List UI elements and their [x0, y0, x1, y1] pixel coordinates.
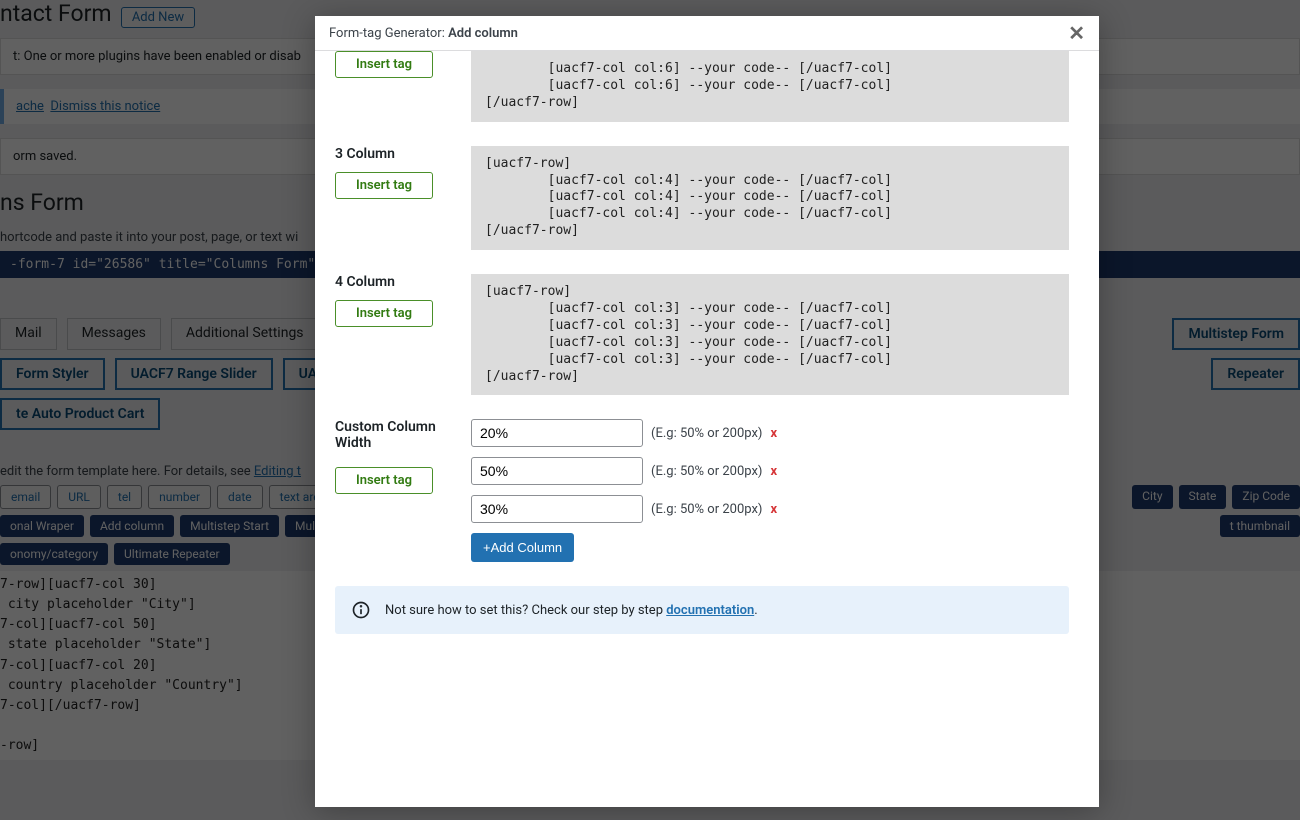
custom-width-row: (E.g: 50% or 200px) x [471, 419, 1069, 447]
modal-header: Form-tag Generator: Add column ✕ [315, 16, 1099, 51]
close-icon[interactable]: ✕ [1068, 23, 1085, 43]
width-input[interactable] [471, 457, 643, 485]
doc-text: Not sure how to set this? Check our step… [385, 603, 758, 618]
code-preview-3col: [uacf7-row] [uacf7-col col:4] --your cod… [471, 146, 1069, 250]
form-tag-generator-modal: Form-tag Generator: Add column ✕ Insert … [315, 16, 1099, 807]
info-icon [351, 600, 371, 620]
width-hint: (E.g: 50% or 200px) [651, 502, 762, 517]
two-column-section: Insert tag [uacf7-col col:6] --your code… [335, 51, 1069, 122]
three-column-section: 3 Column Insert tag [uacf7-row] [uacf7-c… [335, 146, 1069, 250]
section-label-custom: Custom Column Width [335, 419, 455, 451]
code-preview-2col: [uacf7-col col:6] --your code-- [/uacf7-… [471, 51, 1069, 122]
insert-tag-button[interactable]: Insert tag [335, 51, 433, 78]
width-hint: (E.g: 50% or 200px) [651, 464, 762, 479]
delete-row-icon[interactable]: x [770, 426, 777, 441]
modal-scroll[interactable]: Insert tag [uacf7-col col:6] --your code… [335, 51, 1079, 807]
width-input[interactable] [471, 419, 643, 447]
insert-tag-button[interactable]: Insert tag [335, 467, 433, 494]
delete-row-icon[interactable]: x [770, 502, 777, 517]
add-column-button[interactable]: +Add Column [471, 533, 574, 562]
insert-tag-button[interactable]: Insert tag [335, 172, 433, 199]
documentation-hint: Not sure how to set this? Check our step… [335, 586, 1069, 634]
section-label-3col: 3 Column [335, 146, 455, 162]
width-hint: (E.g: 50% or 200px) [651, 426, 762, 441]
section-label-4col: 4 Column [335, 274, 455, 290]
width-input[interactable] [471, 495, 643, 523]
four-column-section: 4 Column Insert tag [uacf7-row] [uacf7-c… [335, 274, 1069, 395]
code-preview-4col: [uacf7-row] [uacf7-col col:3] --your cod… [471, 274, 1069, 395]
modal-title: Form-tag Generator: Add column [329, 26, 518, 41]
custom-width-row: (E.g: 50% or 200px) x [471, 495, 1069, 523]
custom-column-section: Custom Column Width Insert tag (E.g: 50%… [335, 419, 1069, 562]
documentation-link[interactable]: documentation [666, 603, 754, 618]
insert-tag-button[interactable]: Insert tag [335, 300, 433, 327]
delete-row-icon[interactable]: x [770, 464, 777, 479]
custom-width-row: (E.g: 50% or 200px) x [471, 457, 1069, 485]
